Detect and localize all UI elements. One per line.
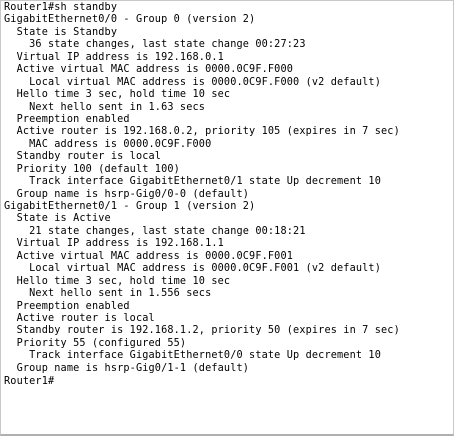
terminal-line: Active virtual MAC address is 0000.0C9F.… <box>4 64 294 76</box>
terminal-line: Preemption enabled <box>4 300 130 312</box>
terminal-line: Group name is hsrp-Gig0/1-1 (default) <box>4 362 250 374</box>
terminal-output: Router1#sh standby GigabitEthernet0/0 - G… <box>1 1 453 388</box>
terminal-line: 21 state changes, last state change 00:1… <box>4 225 306 237</box>
terminal-line: Virtual IP address is 192.168.0.1 <box>4 51 224 63</box>
terminal-line: Active router is 192.168.0.2, priority 1… <box>4 126 400 138</box>
terminal-line: MAC address is 0000.0C9F.F000 <box>4 138 212 150</box>
terminal-line: Local virtual MAC address is 0000.0C9F.F… <box>4 263 382 275</box>
terminal-line: Preemption enabled <box>4 113 130 125</box>
terminal-line: Next hello sent in 1.63 secs <box>4 101 206 113</box>
terminal-line: Hello time 3 sec, hold time 10 sec <box>4 89 231 101</box>
terminal-line: State is Standby <box>4 26 118 38</box>
terminal-window[interactable]: Router1#sh standby GigabitEthernet0/0 - G… <box>0 0 454 436</box>
terminal-line: Priority 100 (default 100) <box>4 163 180 175</box>
terminal-line: Standby router is local <box>4 151 162 163</box>
terminal-line: Next hello sent in 1.556 secs <box>4 288 212 300</box>
text-cursor <box>54 375 60 385</box>
terminal-line: GigabitEthernet0/0 - Group 0 (version 2) <box>4 14 256 26</box>
terminal-line: Track interface GigabitEthernet0/1 state… <box>4 176 382 188</box>
terminal-line: Local virtual MAC address is 0000.0C9F.F… <box>4 76 382 88</box>
terminal-line: Hello time 3 sec, hold time 10 sec <box>4 275 231 287</box>
terminal-line: GigabitEthernet0/1 - Group 1 (version 2) <box>4 201 256 212</box>
terminal-line: Virtual IP address is 192.168.1.1 <box>4 238 224 250</box>
command-prompt: Router1# <box>4 376 55 388</box>
terminal-line: Router1#sh standby <box>4 2 118 13</box>
terminal-line: Track interface GigabitEthernet0/0 state… <box>4 350 382 362</box>
terminal-line: Active virtual MAC address is 0000.0C9F.… <box>4 250 294 262</box>
terminal-line: State is Active <box>4 213 111 225</box>
terminal-line: Group name is hsrp-Gig0/0-0 (default) <box>4 188 250 200</box>
terminal-line: Priority 55 (configured 55) <box>4 337 187 349</box>
terminal-line: Standby router is 192.168.1.2, priority … <box>4 325 400 337</box>
command-prompt-line[interactable]: Router1# <box>4 375 453 387</box>
terminal-line: Active router is local <box>4 312 155 324</box>
terminal-line: 36 state changes, last state change 00:2… <box>4 39 306 51</box>
